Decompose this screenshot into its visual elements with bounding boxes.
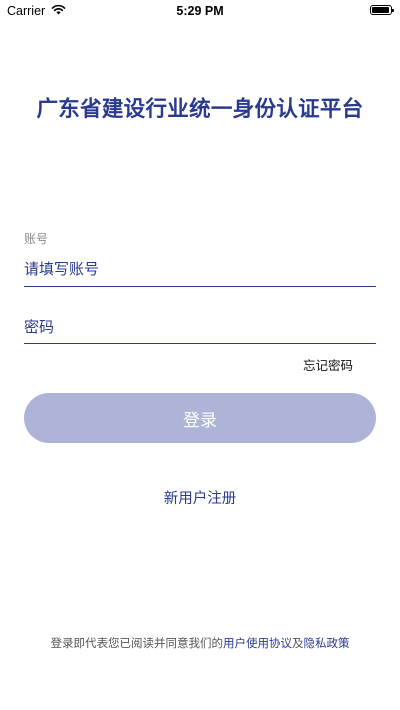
battery-icon: [370, 5, 394, 15]
page-title: 广东省建设行业统一身份认证平台: [36, 97, 364, 122]
agreement-and: 及: [292, 636, 304, 650]
password-field-wrap: [24, 312, 376, 342]
register-link[interactable]: 新用户注册: [0, 487, 400, 508]
account-field-wrap: [24, 254, 376, 284]
account-field-label: 账号: [24, 232, 49, 246]
status-bar: Carrier 5:29 PM: [0, 0, 400, 22]
agreement-text: 登录即代表您已阅读并同意我们的用户使用协议及隐私政策: [0, 635, 400, 651]
agreement-prefix: 登录即代表您已阅读并同意我们的: [50, 636, 224, 650]
privacy-policy-link[interactable]: 隐私政策: [304, 636, 350, 650]
password-underline: [24, 343, 376, 344]
user-agreement-link[interactable]: 用户使用协议: [223, 636, 292, 650]
battery-level-fill: [372, 7, 389, 13]
login-button[interactable]: 登录: [24, 393, 376, 443]
account-input[interactable]: [24, 254, 376, 284]
forgot-password-link[interactable]: 忘记密码: [303, 355, 353, 374]
account-underline: [24, 286, 376, 287]
password-input[interactable]: [24, 312, 376, 342]
status-time: 5:29 PM: [176, 4, 224, 18]
